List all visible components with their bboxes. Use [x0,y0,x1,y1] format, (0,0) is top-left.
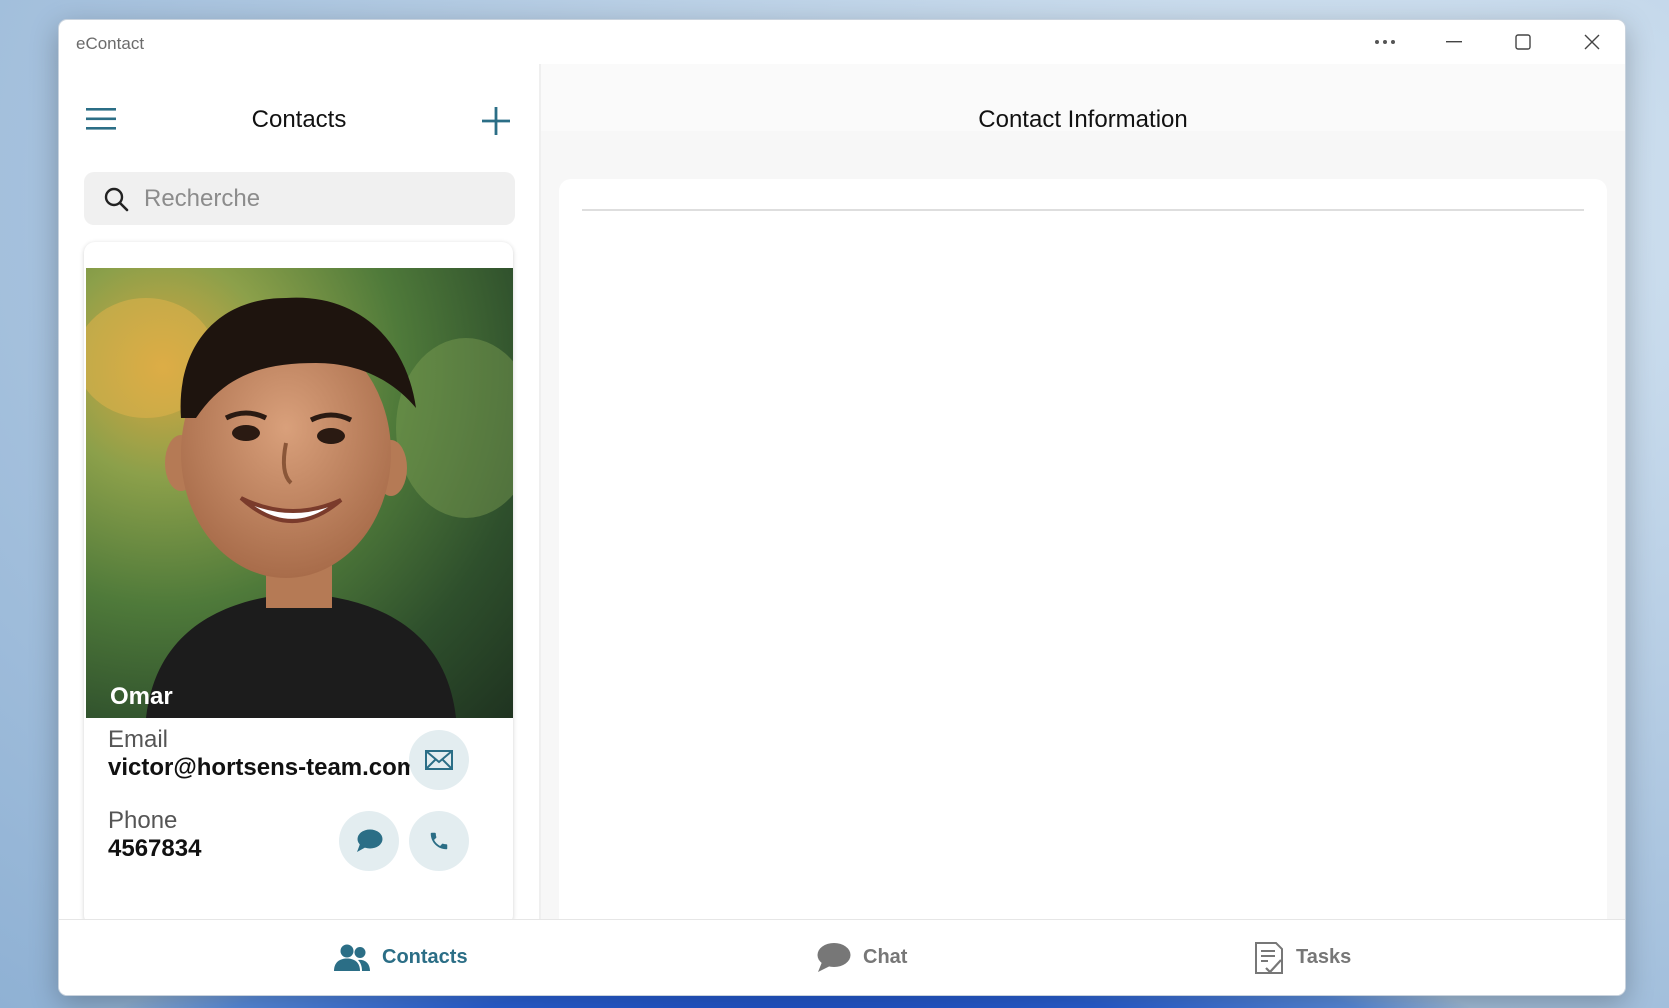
more-horizontal-icon [1375,40,1395,44]
app-title: eContact [76,34,145,53]
contact-information-pane: Contact Information [541,64,1625,920]
portrait-illustration [86,297,513,718]
contact-detail-panel [559,179,1607,920]
tasks-icon [1255,941,1283,974]
contact-information-title: Contact Information [978,106,1188,133]
add-contact-button[interactable] [479,104,513,138]
phone-icon [430,832,448,850]
people-icon [334,944,370,971]
maximize-button[interactable] [1493,20,1553,64]
search-icon [104,187,129,212]
more-options-button[interactable] [1355,20,1415,64]
nav-label-chat: Chat [863,946,908,968]
email-label: Email [108,726,169,753]
nav-label-contacts: Contacts [382,946,468,968]
plus-icon [482,107,510,135]
call-button[interactable] [409,811,469,871]
nav-tab-chat[interactable]: Chat [815,920,907,995]
maximize-icon [1515,34,1531,50]
email-value: victor@hortsens-team.com [108,754,419,781]
nav-label-tasks: Tasks [1296,946,1352,968]
send-message-button[interactable] [339,811,399,871]
title-bar: eContact [59,20,1625,64]
chat-bubble-icon [817,942,851,972]
contact-name: Omar [110,683,173,710]
close-button[interactable] [1562,20,1622,64]
contacts-pane: Contacts Recherche Omar Email victor@hor… [59,64,539,926]
contact-card[interactable]: Omar Email victor@hortsens-team.com Phon… [84,242,513,926]
contact-photo: Omar [86,268,513,718]
close-icon [1584,34,1600,50]
bottom-navigation: Contacts Chat Tasks [59,919,1625,995]
phone-value: 4567834 [108,835,202,862]
send-email-button[interactable] [409,730,469,790]
nav-tab-contacts[interactable]: Contacts [334,920,468,995]
minimize-button[interactable] [1424,20,1484,64]
mail-icon [425,750,453,770]
search-box[interactable] [84,172,515,225]
search-input[interactable] [142,180,506,218]
phone-label: Phone [108,807,178,834]
app-window: eContact Contacts Recherche Omar Email v… [58,19,1626,996]
contacts-title: Contacts [251,106,347,133]
detail-separator [582,209,1584,211]
nav-tab-tasks[interactable]: Tasks [1254,920,1351,995]
minimize-icon [1446,41,1462,43]
chat-bubble-icon [357,829,383,852]
